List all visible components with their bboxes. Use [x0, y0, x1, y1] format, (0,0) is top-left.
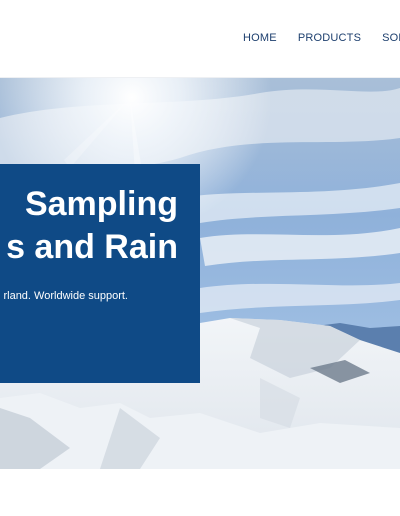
- main-nav: HOME PRODUCTS SOLUTI: [243, 31, 400, 45]
- page: HOME PRODUCTS SOLUTI: [0, 0, 400, 516]
- hero-title: Sampling s and Rain: [6, 183, 178, 269]
- hero-title-line-2: s and Rain: [6, 228, 178, 266]
- nav-item-products[interactable]: PRODUCTS: [298, 31, 361, 45]
- hero-text-panel: Sampling s and Rain rland. Worldwide sup…: [0, 164, 200, 383]
- nav-item-solutions[interactable]: SOLUTI: [382, 31, 400, 45]
- hero-banner: Sampling s and Rain rland. Worldwide sup…: [0, 78, 400, 469]
- hero-subtitle: rland. Worldwide support.: [3, 290, 128, 302]
- hero-text-clip: Sampling s and Rain rland. Worldwide sup…: [0, 164, 200, 383]
- hero-title-line-1: Sampling: [24, 185, 178, 223]
- nav-item-home[interactable]: HOME: [243, 31, 277, 45]
- site-header: HOME PRODUCTS SOLUTI: [0, 0, 400, 78]
